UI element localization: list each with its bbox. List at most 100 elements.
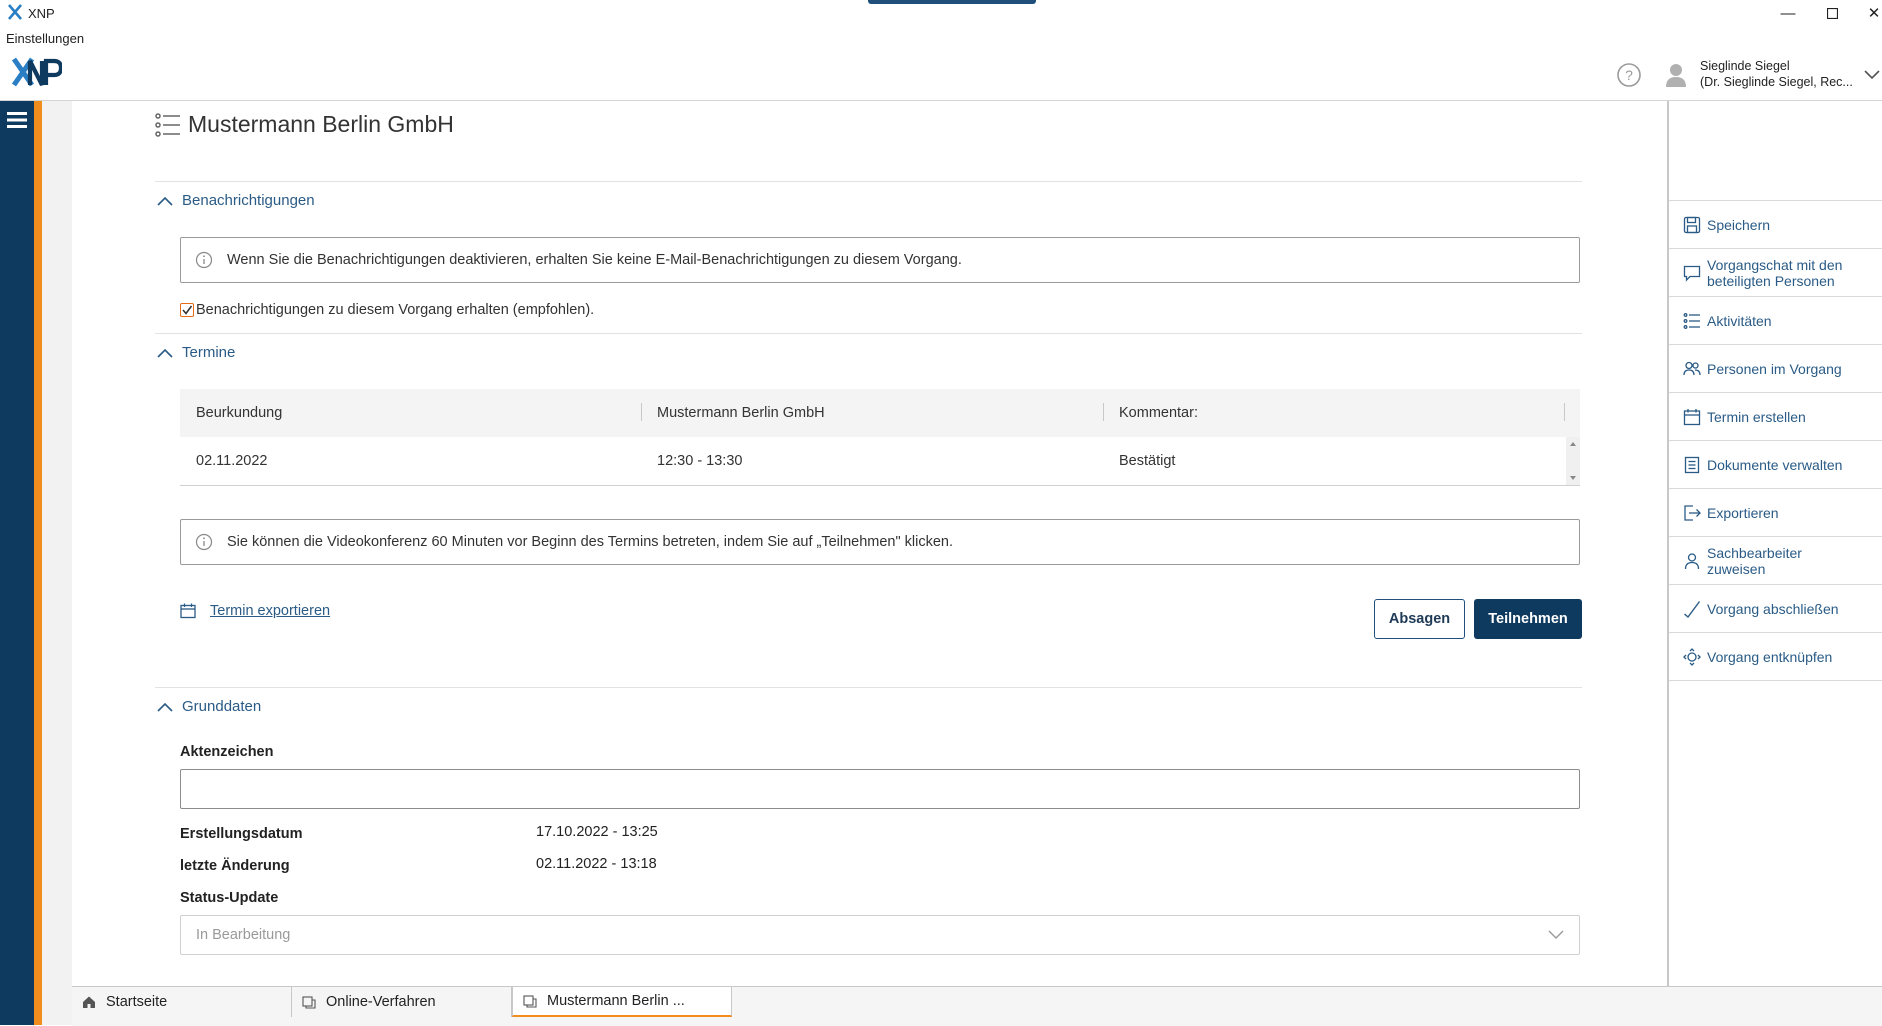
action-label: Vorgangschat mit den beteiligten Persone… <box>1707 256 1843 289</box>
join-button[interactable]: Teilnehmen <box>1474 599 1582 639</box>
action-export[interactable]: Exportieren <box>1669 489 1882 537</box>
action-assign-clerk[interactable]: Sachbearbeiter zuweisen <box>1669 537 1882 585</box>
action-manage-documents[interactable]: Dokumente verwalten <box>1669 441 1882 489</box>
tab-online-verfahren[interactable]: Online-Verfahren <box>292 987 512 1017</box>
status-label: Status-Update <box>180 890 279 906</box>
action-label: Sachbearbeiter zuweisen <box>1707 544 1802 577</box>
status-select-value: In Bearbeitung <box>196 927 291 943</box>
scroll-arrows-icon <box>1570 442 1576 480</box>
action-label: Speichern <box>1707 216 1771 233</box>
column-header[interactable]: Beurkundung <box>196 405 282 421</box>
user-avatar-icon[interactable] <box>1665 62 1687 88</box>
calendar-icon <box>180 603 196 619</box>
cell-time: 12:30 - 13:30 <box>657 453 743 469</box>
unlink-icon <box>1683 647 1701 666</box>
tab-startseite[interactable]: Startseite <box>72 987 292 1017</box>
tab-label: Online-Verfahren <box>326 994 436 1010</box>
action-chat[interactable]: Vorgangschat mit den beteiligten Persone… <box>1669 249 1882 297</box>
chevron-up-icon <box>157 196 173 206</box>
save-icon <box>1683 216 1701 233</box>
home-icon <box>83 996 95 1008</box>
chevron-down-icon <box>1548 930 1564 939</box>
cell-date: 02.11.2022 <box>196 453 268 469</box>
section-toggle-notifications[interactable]: Benachrichtigungen <box>156 192 315 209</box>
info-icon <box>195 533 213 551</box>
cell-comment: Bestätigt <box>1119 453 1176 469</box>
table-header: Beurkundung Mustermann Berlin GmbH Komme… <box>180 389 1580 437</box>
section-title: Benachrichtigungen <box>182 192 315 209</box>
section-toggle-basic-data[interactable]: Grunddaten <box>156 698 261 715</box>
action-close-case[interactable]: Vorgang abschließen <box>1669 585 1882 633</box>
table-row[interactable]: 02.11.2022 12:30 - 13:30 Bestätigt <box>180 437 1580 486</box>
person-icon <box>1684 552 1700 569</box>
action-save[interactable]: Speichern <box>1669 200 1882 249</box>
info-text: Wenn Sie die Benachrichtigungen deaktivi… <box>227 252 962 268</box>
chevron-down-icon[interactable] <box>1862 66 1882 82</box>
folder-icon <box>302 996 316 1009</box>
section-toggle-appointments[interactable]: Termine <box>156 344 235 361</box>
notification-checkbox[interactable] <box>180 303 194 317</box>
xnp-logo <box>12 57 62 87</box>
file-number-label: Aktenzeichen <box>180 744 274 760</box>
user-name[interactable]: Sieglinde Siegel <box>1700 59 1790 73</box>
action-people[interactable]: Personen im Vorgang <box>1669 345 1882 393</box>
page-title: Mustermann Berlin GmbH <box>188 111 454 137</box>
maximize-button[interactable] <box>1812 2 1852 24</box>
action-activities[interactable]: Aktivitäten <box>1669 297 1882 345</box>
help-icon[interactable]: ? <box>1616 62 1642 88</box>
status-select[interactable]: In Bearbeitung <box>180 915 1580 955</box>
created-value: 17.10.2022 - 13:25 <box>536 824 658 840</box>
appointments-table: Beurkundung Mustermann Berlin GmbH Komme… <box>180 389 1580 486</box>
divider <box>155 181 1582 182</box>
check-icon <box>1684 600 1701 618</box>
chevron-up-icon <box>157 702 173 712</box>
action-label: Aktivitäten <box>1707 312 1772 329</box>
left-accent-bar <box>34 101 42 1025</box>
app-title: XNP <box>28 6 55 21</box>
tab-label: Startseite <box>106 994 168 1010</box>
action-label: Vorgang entknüpfen <box>1707 648 1833 665</box>
user-role[interactable]: (Dr. Sieglinde Siegel, Rec... <box>1700 75 1853 89</box>
decline-button[interactable]: Absagen <box>1374 599 1465 639</box>
svg-text:?: ? <box>1625 67 1633 83</box>
bottom-tab-bar: Startseite Online-Verfahren Mustermann B… <box>72 986 1882 1026</box>
file-number-input[interactable] <box>180 769 1580 809</box>
column-separator[interactable] <box>1103 403 1104 421</box>
action-unlink-case[interactable]: Vorgang entknüpfen <box>1669 633 1882 681</box>
drag-handle[interactable] <box>868 0 1036 4</box>
left-gutter <box>42 101 72 1025</box>
document-icon <box>1684 456 1700 473</box>
section-title: Termine <box>182 344 236 361</box>
column-header[interactable]: Kommentar: <box>1119 405 1198 421</box>
notification-checkbox-row[interactable]: Benachrichtigungen zu diesem Vorgang erh… <box>180 302 594 318</box>
info-icon <box>195 251 213 269</box>
left-nav-rail <box>0 101 34 1025</box>
tab-mustermann-berlin[interactable]: Mustermann Berlin ... <box>512 987 732 1017</box>
header-divider <box>0 100 1882 101</box>
column-header[interactable]: Mustermann Berlin GmbH <box>657 405 825 421</box>
list-icon <box>155 113 180 137</box>
info-text: Sie können die Videokonferenz 60 Minuten… <box>227 534 954 550</box>
export-appointment-link[interactable]: Termin exportieren <box>180 603 330 619</box>
menu-settings[interactable]: Einstellungen <box>6 31 84 46</box>
action-label: Termin erstellen <box>1707 408 1806 425</box>
maximize-icon <box>1826 7 1838 19</box>
minimize-button[interactable]: — <box>1768 2 1808 24</box>
action-create-appointment[interactable]: Termin erstellen <box>1669 393 1882 441</box>
hamburger-menu-icon[interactable] <box>7 112 27 128</box>
created-label: Erstellungsdatum <box>180 826 303 842</box>
divider <box>155 687 1582 688</box>
action-label: Dokumente verwalten <box>1707 456 1843 473</box>
column-separator[interactable] <box>641 403 642 421</box>
export-link-label[interactable]: Termin exportieren <box>210 603 330 619</box>
app-logo-icon <box>8 4 22 20</box>
checkmark-icon <box>182 305 193 315</box>
action-panel: Speichern Vorgangschat mit den beteiligt… <box>1669 200 1882 681</box>
notification-info-box: Wenn Sie die Benachrichtigungen deaktivi… <box>180 237 1580 283</box>
section-title: Grunddaten <box>182 698 262 715</box>
close-button[interactable]: ✕ <box>1854 2 1882 24</box>
modified-label: letzte Änderung <box>180 858 290 874</box>
video-info-box: Sie können die Videokonferenz 60 Minuten… <box>180 519 1580 565</box>
column-separator[interactable] <box>1564 403 1565 421</box>
table-scrollbar[interactable] <box>1566 437 1580 485</box>
